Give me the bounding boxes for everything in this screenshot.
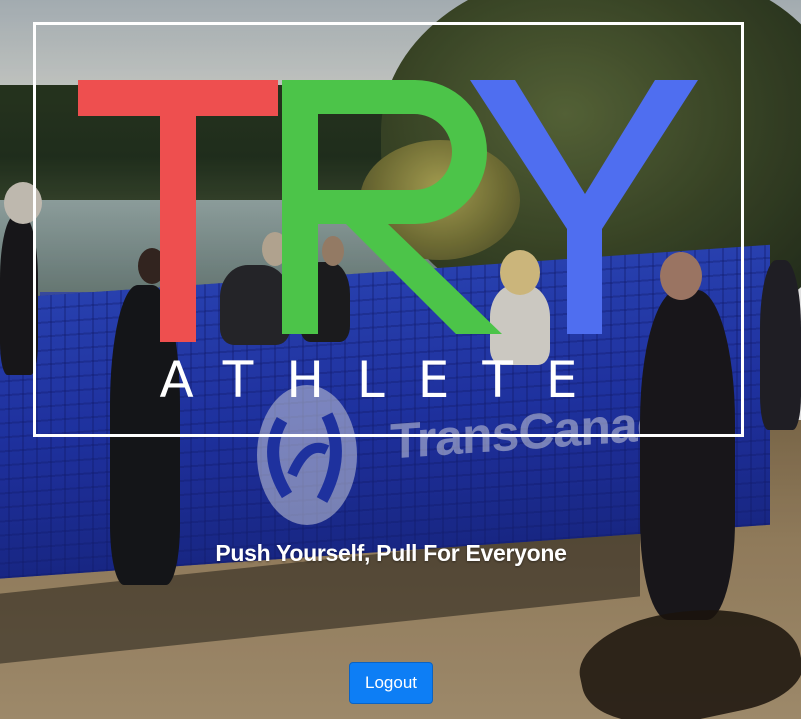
hero-section: TransCanada ATHLETE Push Yourself, Pull … — [0, 0, 801, 719]
logo-letter-t — [78, 80, 278, 342]
logo-subtitle: ATHLETE — [159, 351, 611, 409]
logout-button[interactable]: Logout — [349, 662, 433, 704]
logo-title — [0, 44, 801, 344]
logo-letter-r — [282, 80, 502, 334]
tagline: Push Yourself, Pull For Everyone — [215, 540, 567, 566]
logo-wordmark — [78, 80, 698, 342]
logo-letter-y — [470, 80, 698, 334]
